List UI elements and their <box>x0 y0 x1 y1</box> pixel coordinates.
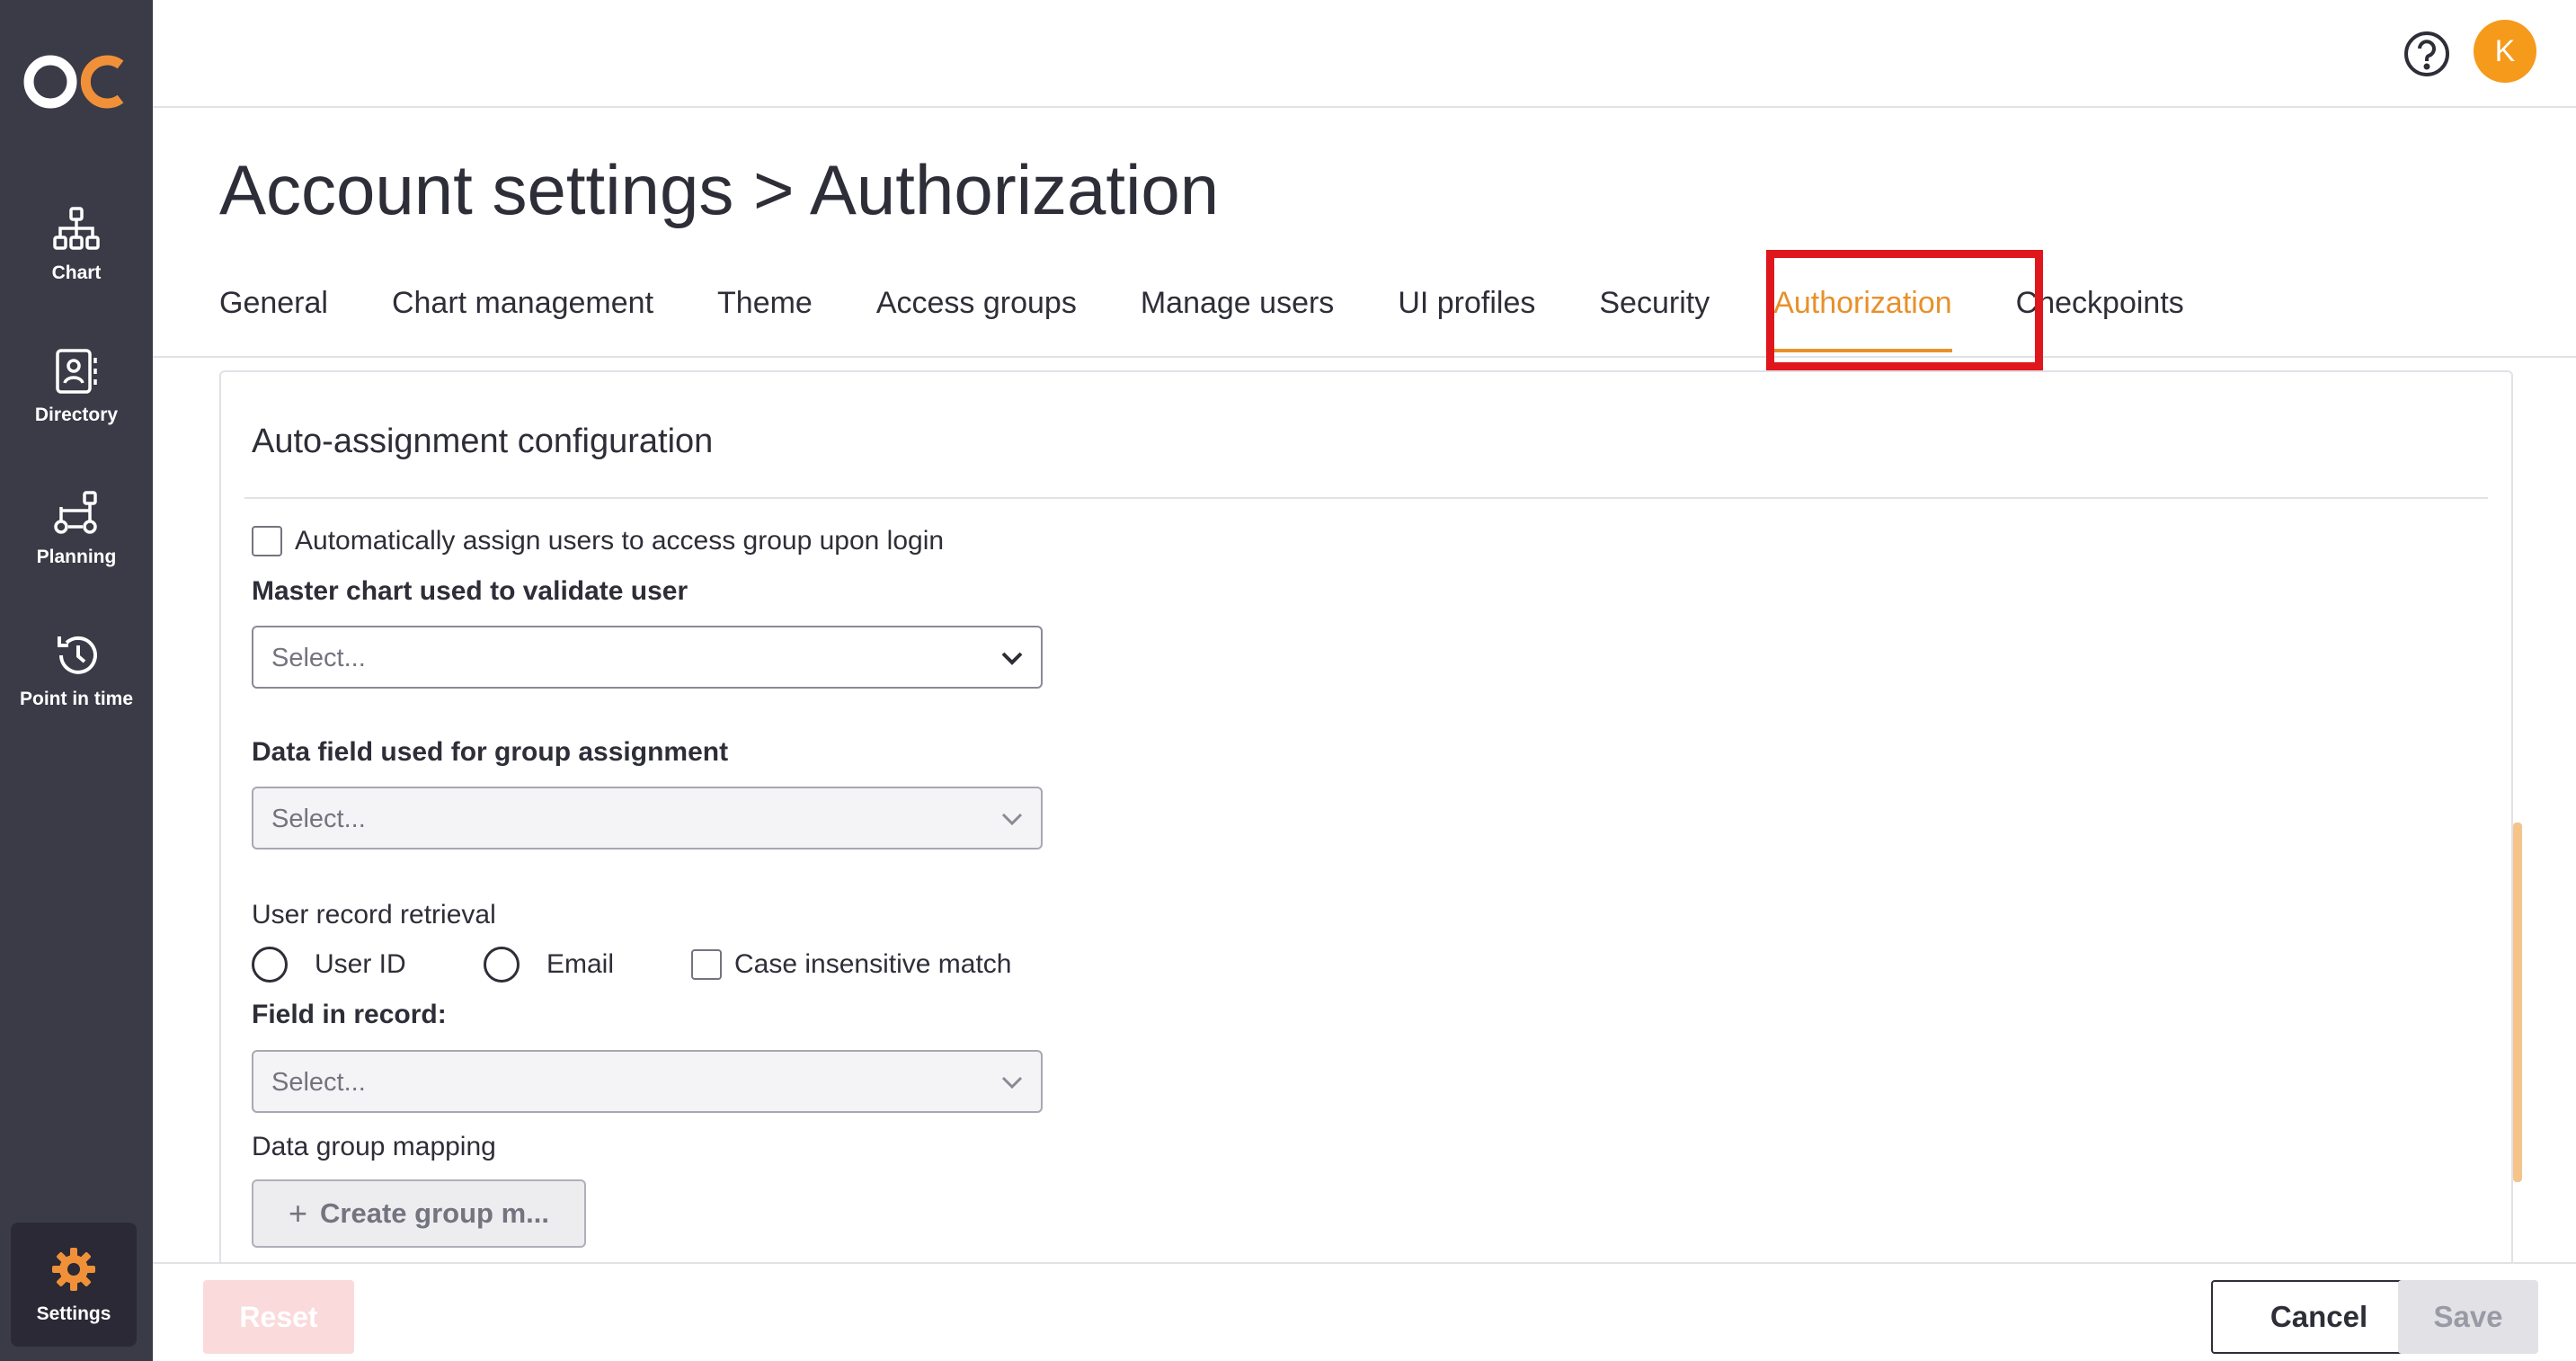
tab-ui-profiles[interactable]: UI profiles <box>1398 286 1535 340</box>
tab-theme[interactable]: Theme <box>717 286 813 340</box>
user-id-radio[interactable] <box>252 947 288 983</box>
master-chart-label: Master chart used to validate user <box>252 576 688 606</box>
chevron-down-icon <box>1001 1076 1023 1090</box>
scrollbar[interactable] <box>2513 823 2522 1182</box>
chevron-down-icon <box>1001 813 1023 826</box>
data-group-mapping-label: Data group mapping <box>252 1132 496 1161</box>
sidebar-item-label: Chart <box>51 262 102 283</box>
org-chart-icon <box>53 207 100 250</box>
history-icon <box>58 636 97 674</box>
tab-chart-management[interactable]: Chart management <box>392 286 653 340</box>
avatar-initial: K <box>2494 33 2516 68</box>
auto-assign-label: Automatically assign users to access gro… <box>295 526 945 556</box>
top-bar <box>153 0 2576 108</box>
section-divider <box>244 497 2488 499</box>
tab-security[interactable]: Security <box>1599 286 1710 340</box>
master-chart-select[interactable]: Select... <box>252 626 1043 689</box>
highlight-box <box>1766 250 2043 370</box>
sidebar: Chart Directory Planning Point in time S… <box>0 0 153 1361</box>
section-title: Auto-assignment configuration <box>252 423 714 460</box>
sidebar-item-chart[interactable]: Chart <box>0 176 153 311</box>
sidebar-item-label: Directory <box>34 405 119 425</box>
master-chart-placeholder: Select... <box>271 644 366 672</box>
tab-general[interactable]: General <box>219 286 328 340</box>
gear-icon <box>52 1248 95 1291</box>
tab-access-groups[interactable]: Access groups <box>876 286 1077 340</box>
sidebar-item-planning[interactable]: Planning <box>0 460 153 595</box>
email-label: Email <box>546 949 615 979</box>
data-field-placeholder: Select... <box>271 805 366 833</box>
planning-icon <box>54 491 97 534</box>
case-insensitive-checkbox[interactable] <box>691 949 722 980</box>
cancel-button[interactable]: Cancel <box>2211 1280 2427 1354</box>
save-button[interactable]: Save <box>2398 1280 2538 1354</box>
data-field-label: Data field used for group assignment <box>252 737 729 767</box>
field-in-record-label: Field in record: <box>252 1000 447 1029</box>
page-title: Account settings > Authorization <box>219 150 1220 229</box>
reset-button[interactable]: Reset <box>203 1280 354 1354</box>
sidebar-item-point-in-time[interactable]: Point in time <box>0 602 153 737</box>
oc-logo[interactable] <box>23 45 129 119</box>
tab-manage-users[interactable]: Manage users <box>1141 286 1334 340</box>
field-in-record-select[interactable]: Select... <box>252 1050 1043 1113</box>
sidebar-item-label: Planning <box>36 547 117 567</box>
sidebar-item-label: Settings <box>36 1303 111 1324</box>
user-record-label: User record retrieval <box>252 900 496 930</box>
user-id-label: User ID <box>315 949 406 979</box>
field-in-record-placeholder: Select... <box>271 1068 366 1097</box>
chevron-down-icon <box>1001 652 1023 665</box>
create-group-mapping-button[interactable]: + Create group m... <box>252 1179 586 1248</box>
sidebar-item-directory[interactable]: Directory <box>0 318 153 453</box>
help-icon[interactable] <box>2402 29 2452 79</box>
email-radio[interactable] <box>484 947 520 983</box>
auto-assign-checkbox[interactable] <box>252 526 282 556</box>
plus-icon: + <box>289 1195 308 1232</box>
data-field-select[interactable]: Select... <box>252 787 1043 850</box>
tab-divider <box>153 356 2576 358</box>
sidebar-item-settings[interactable]: Settings <box>11 1223 137 1347</box>
create-group-mapping-label: Create group m... <box>320 1197 549 1229</box>
sidebar-item-label: Point in time <box>20 689 133 709</box>
avatar[interactable]: K <box>2474 20 2536 83</box>
case-insensitive-label: Case insensitive match <box>734 949 1012 979</box>
directory-icon <box>56 349 97 394</box>
